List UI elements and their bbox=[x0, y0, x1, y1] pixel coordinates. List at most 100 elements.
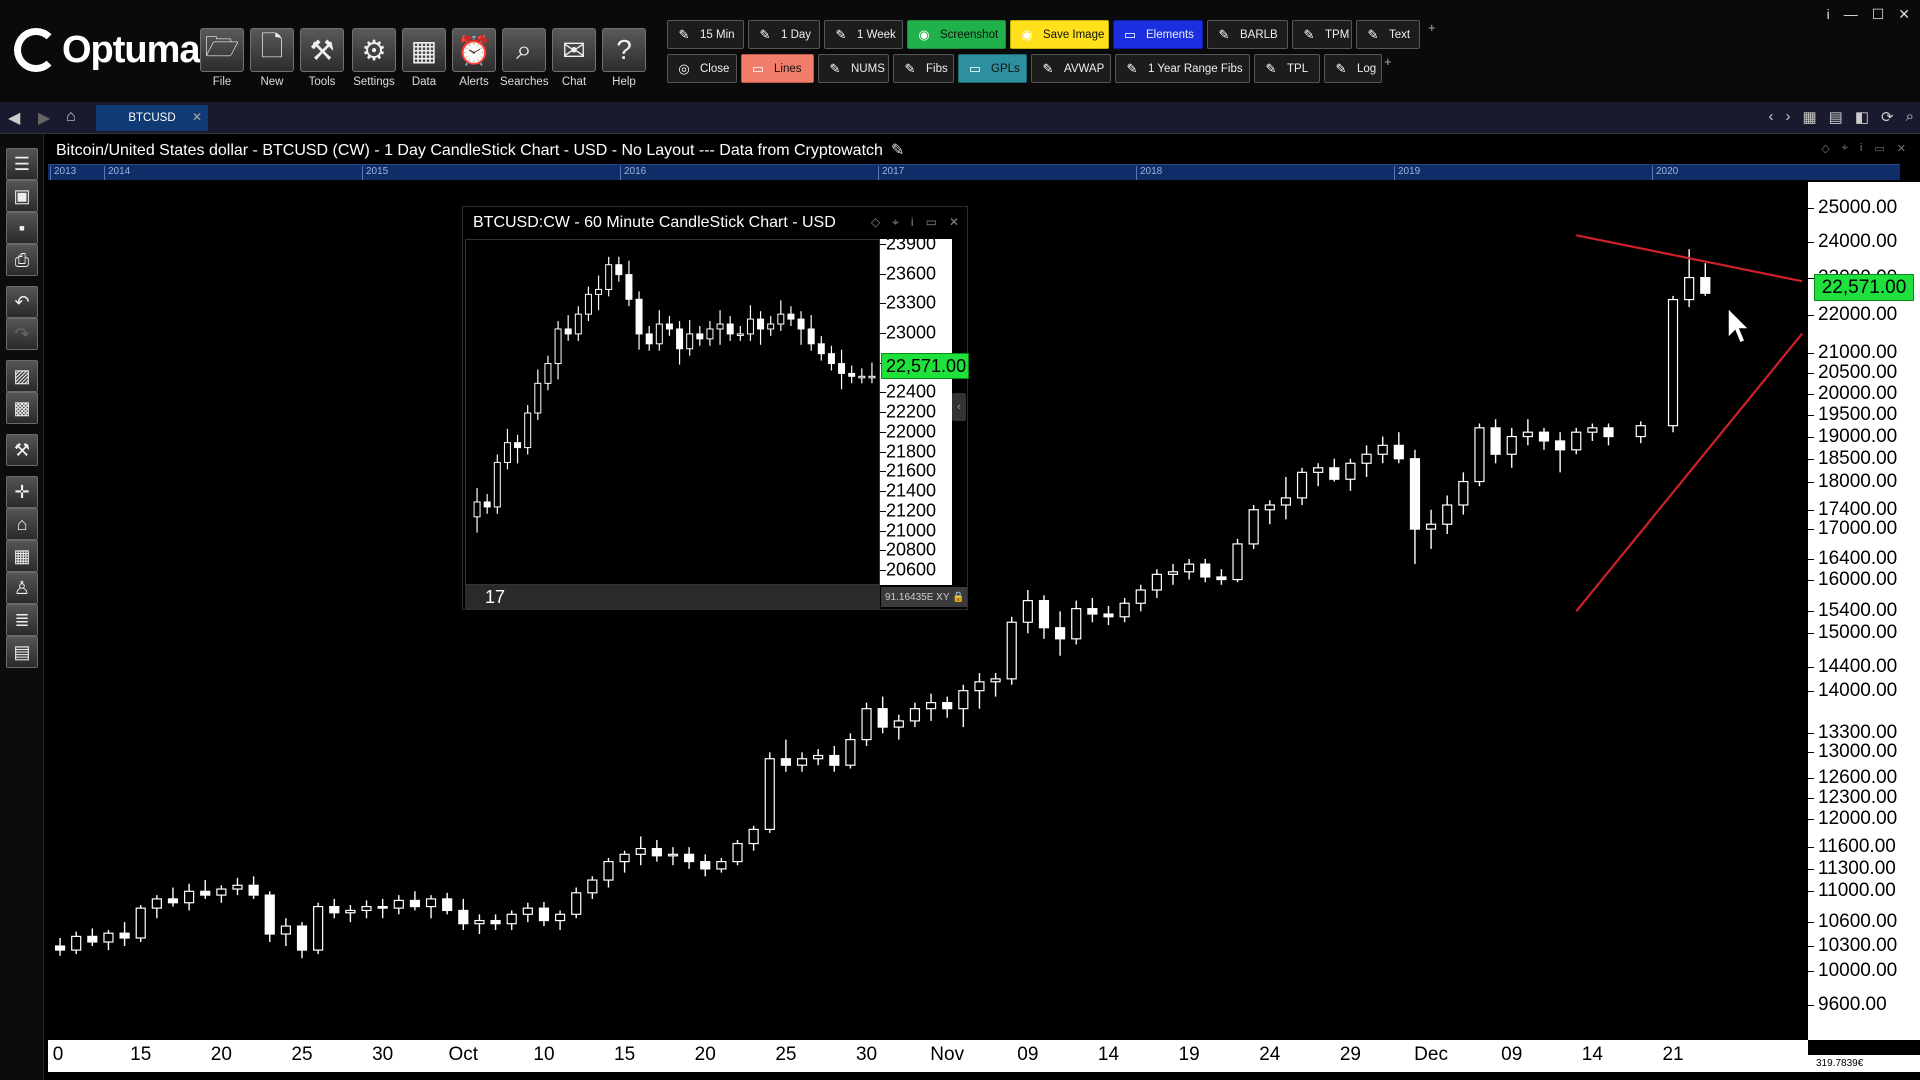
candle[interactable] bbox=[684, 847, 695, 869]
candle[interactable] bbox=[296, 922, 308, 959]
candle[interactable] bbox=[232, 877, 243, 896]
candle[interactable] bbox=[1216, 569, 1227, 585]
date-axis[interactable]: 0 15 20 25 30 Oct 10 15 20 25 30 Nov 09 14 19 24 29 Dec 09… bbox=[48, 1040, 1808, 1072]
candle[interactable] bbox=[474, 914, 485, 934]
candle[interactable] bbox=[893, 714, 904, 740]
candle[interactable] bbox=[1506, 427, 1517, 468]
candle[interactable] bbox=[700, 854, 711, 877]
candle[interactable] bbox=[264, 891, 275, 942]
zoom-search-icon[interactable]: ⌕ bbox=[1906, 108, 1914, 126]
quick-1-day-button[interactable]: ✎ 1 Day bbox=[748, 20, 820, 49]
candle[interactable] bbox=[522, 902, 533, 923]
candle[interactable] bbox=[877, 696, 888, 734]
candle[interactable] bbox=[554, 910, 566, 931]
chevron-left-icon[interactable]: ‹ bbox=[1768, 108, 1773, 126]
candle[interactable] bbox=[1345, 458, 1356, 491]
forward-arrow-icon[interactable]: ▶ bbox=[38, 108, 50, 128]
quick-elements-button[interactable]: ▭ Elements bbox=[1113, 20, 1203, 49]
candle[interactable] bbox=[280, 918, 291, 947]
candle[interactable] bbox=[1393, 432, 1404, 464]
candle[interactable] bbox=[167, 887, 179, 907]
quick-screenshot-button[interactable]: ◉ Screenshot bbox=[907, 20, 1006, 49]
popup-candle[interactable] bbox=[848, 365, 856, 384]
candle[interactable] bbox=[1667, 295, 1679, 433]
candle[interactable] bbox=[716, 857, 727, 873]
candle[interactable] bbox=[1055, 611, 1066, 656]
quick-gpls-button[interactable]: ▭ GPLs bbox=[958, 54, 1027, 83]
quick-tpm-button[interactable]: ✎ TPM bbox=[1292, 20, 1352, 49]
candle[interactable] bbox=[1103, 605, 1114, 625]
popup-info-icon[interactable]: i bbox=[911, 215, 914, 230]
candle[interactable] bbox=[1200, 559, 1211, 583]
candle[interactable] bbox=[845, 733, 856, 769]
quick-save-image-button[interactable]: ◉ Save Image bbox=[1010, 20, 1109, 49]
candle[interactable] bbox=[1280, 476, 1292, 520]
candle[interactable] bbox=[409, 891, 421, 911]
quick-log-button[interactable]: ✎ Log bbox=[1324, 54, 1382, 83]
candle[interactable] bbox=[54, 937, 66, 956]
popup-candle[interactable] bbox=[574, 306, 582, 341]
popup-candle[interactable] bbox=[625, 260, 633, 307]
candle[interactable] bbox=[1313, 463, 1324, 487]
popup-candle[interactable] bbox=[655, 310, 663, 351]
popup-candle[interactable] bbox=[868, 362, 876, 384]
candle[interactable] bbox=[1135, 584, 1146, 612]
candle[interactable] bbox=[200, 880, 211, 899]
candle[interactable] bbox=[393, 895, 404, 915]
candle[interactable] bbox=[1006, 616, 1017, 685]
candle[interactable] bbox=[571, 887, 582, 919]
candle[interactable] bbox=[1329, 458, 1340, 482]
candle[interactable] bbox=[1184, 559, 1195, 580]
print-icon[interactable]: ⎙ bbox=[6, 244, 38, 276]
popup-date-axis[interactable]: 17 bbox=[465, 585, 880, 609]
candle[interactable] bbox=[990, 673, 1001, 697]
notes-icon[interactable]: ≣ bbox=[6, 604, 38, 636]
crosshair-add-icon[interactable]: ✛ bbox=[6, 476, 38, 508]
candle[interactable] bbox=[184, 883, 195, 911]
candle[interactable] bbox=[780, 739, 791, 772]
popup-candle[interactable] bbox=[726, 316, 734, 341]
popup-restore-icon[interactable]: ▭ bbox=[926, 215, 937, 230]
candle[interactable] bbox=[1425, 509, 1437, 549]
popup-candle[interactable] bbox=[524, 405, 532, 455]
popup-candle[interactable] bbox=[564, 315, 572, 341]
popup-candle[interactable] bbox=[827, 345, 835, 371]
candle[interactable] bbox=[925, 693, 937, 721]
lock-icon[interactable]: ⌂ bbox=[6, 508, 38, 540]
popup-60-minute-chart[interactable]: BTCUSD:CW - 60 Minute CandleStick Chart … bbox=[462, 206, 969, 610]
candle[interactable] bbox=[1442, 495, 1453, 535]
popup-candle[interactable] bbox=[493, 454, 501, 514]
popup-candle[interactable] bbox=[514, 434, 522, 464]
candle[interactable] bbox=[377, 898, 388, 919]
candle[interactable] bbox=[345, 905, 356, 923]
candle[interactable] bbox=[216, 885, 227, 903]
toolbar-searches-button[interactable]: ⌕ Searches bbox=[500, 28, 549, 90]
add-quick-button-row1[interactable]: + bbox=[1428, 20, 1436, 35]
candle[interactable] bbox=[651, 839, 662, 862]
popup-candle[interactable] bbox=[807, 315, 815, 351]
grid-lines-icon[interactable]: ▦ bbox=[6, 540, 38, 572]
page-list-icon[interactable]: ☰ bbox=[6, 148, 38, 180]
candle[interactable] bbox=[103, 930, 114, 951]
candle[interactable] bbox=[1522, 419, 1533, 446]
candle[interactable] bbox=[87, 928, 98, 947]
popup-candle[interactable] bbox=[473, 488, 481, 533]
chart-restore-icon[interactable]: ▭ bbox=[1874, 142, 1884, 155]
candle[interactable] bbox=[619, 850, 630, 873]
candle[interactable] bbox=[796, 752, 808, 772]
trendline[interactable] bbox=[1575, 333, 1803, 613]
candle[interactable] bbox=[1474, 423, 1485, 487]
candle[interactable] bbox=[1538, 427, 1550, 450]
quick-fibs-button[interactable]: ✎ Fibs bbox=[893, 54, 954, 83]
quick-lines-button[interactable]: ▭ Lines bbox=[741, 54, 814, 83]
quick-1-week-button[interactable]: ✎ 1 Week bbox=[824, 20, 903, 49]
popup-candle[interactable] bbox=[554, 321, 562, 380]
candle[interactable] bbox=[1296, 467, 1308, 505]
popup-candle[interactable] bbox=[544, 355, 552, 391]
candle[interactable] bbox=[361, 900, 372, 919]
candle[interactable] bbox=[958, 684, 969, 728]
candle[interactable] bbox=[974, 673, 985, 709]
toolbar-alerts-button[interactable]: ⏰ Alerts bbox=[450, 28, 498, 90]
add-quick-button-row2[interactable]: + bbox=[1384, 54, 1392, 69]
grid-icon[interactable]: ▤ bbox=[1829, 108, 1843, 126]
